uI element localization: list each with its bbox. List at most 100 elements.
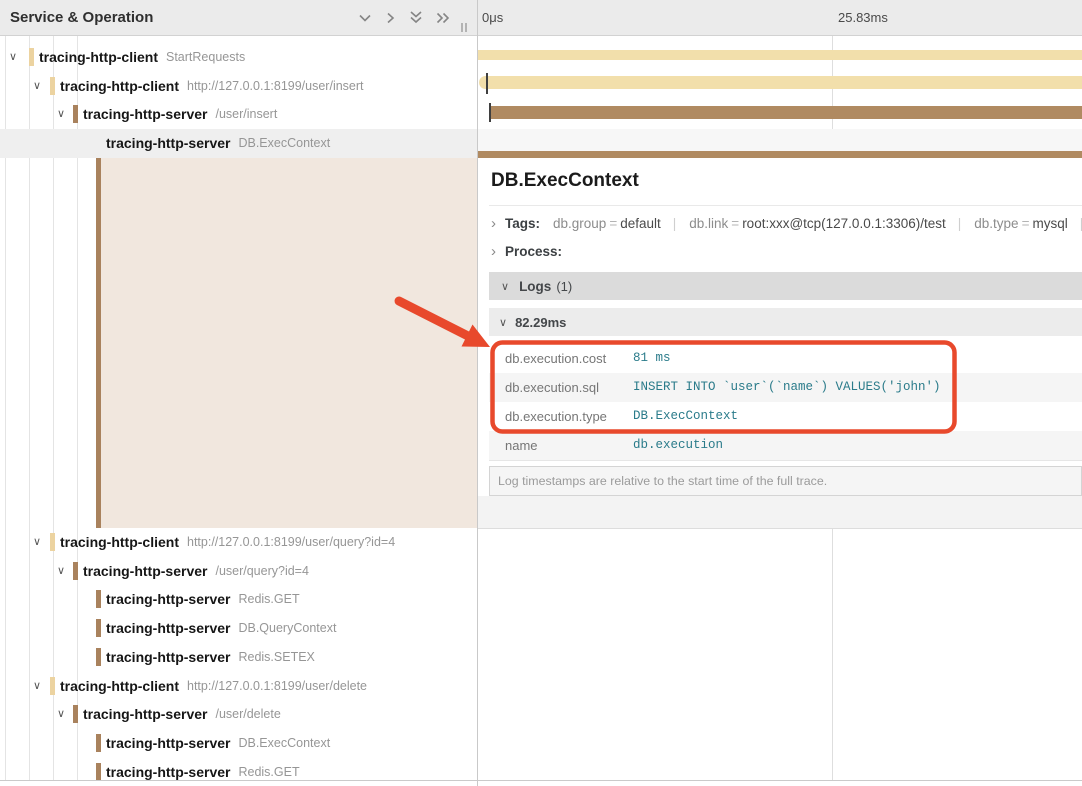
logs-label: Logs xyxy=(519,279,551,294)
tag-separator: | xyxy=(673,216,677,231)
log-field-row: db.execution.sql INSERT INTO `user`(`nam… xyxy=(489,373,1082,402)
service-color-block xyxy=(50,533,55,551)
span-bar-user-insert-server[interactable] xyxy=(491,106,1082,119)
service-color-block xyxy=(50,677,55,695)
span-row-db-querycontext[interactable]: tracing-http-serverDB.QueryContext xyxy=(0,614,477,643)
chevron-down-icon[interactable]: ∨ xyxy=(9,43,17,72)
expand-all-double-chevron-right-icon[interactable] xyxy=(435,11,451,25)
span-row-redis-get-2[interactable]: tracing-http-server Redis.GET xyxy=(0,758,477,786)
service-color-block xyxy=(96,619,101,637)
span-row-user-insert-server[interactable]: ∨ tracing-http-server/user/insert xyxy=(0,100,477,129)
log-field-key: db.execution.sql xyxy=(505,373,599,402)
chevron-down-icon[interactable]: ∨ xyxy=(499,316,507,329)
operation-name: http://127.0.0.1:8199/user/query?id=4 xyxy=(187,535,395,549)
operation-name: Redis.GET xyxy=(238,592,299,606)
log-field-row: db.execution.cost 81 ms xyxy=(489,344,1082,373)
service-color-block xyxy=(73,562,78,580)
service-name: tracing-http-client xyxy=(60,78,179,94)
detail-bottom-border xyxy=(478,528,1082,529)
span-row-user-delete-client[interactable]: ∨ tracing-http-clienthttp://127.0.0.1:81… xyxy=(0,672,477,701)
operation-name: http://127.0.0.1:8199/user/insert xyxy=(187,79,364,93)
panel-resize-handle[interactable] xyxy=(461,23,470,32)
chevron-down-icon[interactable]: ∨ xyxy=(33,528,41,557)
span-row-user-query-server[interactable]: ∨ tracing-http-server/user/query?id=4 xyxy=(0,557,477,586)
span-bar-db-execcontext[interactable] xyxy=(478,151,1082,158)
detail-divider xyxy=(489,205,1082,206)
span-row-user-delete-server[interactable]: ∨ tracing-http-server/user/delete xyxy=(0,700,477,729)
log-fields-table: db.execution.cost 81 ms db.execution.sql… xyxy=(489,344,1082,461)
chevron-down-icon[interactable]: ∨ xyxy=(57,100,65,129)
span-row-db-execcontext-2[interactable]: tracing-http-server DB.ExecContext xyxy=(0,729,477,758)
service-name: tracing-http-client xyxy=(60,534,179,550)
span-row-redis-setex[interactable]: tracing-http-server Redis.SETEX xyxy=(0,643,477,672)
log-field-row: db.execution.type DB.ExecContext xyxy=(489,402,1082,431)
tags-label: Tags: xyxy=(505,216,540,231)
chevron-down-icon[interactable]: ∨ xyxy=(501,280,509,293)
log-field-row: name db.execution xyxy=(489,431,1082,460)
span-log-tick xyxy=(486,73,488,94)
chevron-down-icon[interactable]: ∨ xyxy=(57,700,65,729)
operation-name: Redis.SETEX xyxy=(238,650,314,664)
log-field-value: INSERT INTO `user`(`name`) VALUES('john'… xyxy=(633,373,941,402)
span-bar-start-requests[interactable] xyxy=(478,50,1082,60)
detail-row-tint xyxy=(101,156,477,528)
chevron-down-icon[interactable]: ∨ xyxy=(33,672,41,701)
process-accordion[interactable]: › Process: xyxy=(491,243,562,260)
service-name: tracing-http-server xyxy=(106,735,230,751)
service-operation-header: Service & Operation xyxy=(0,0,477,36)
service-name: tracing-http-server xyxy=(106,649,230,665)
logs-accordion[interactable]: ∨ Logs (1) xyxy=(489,272,1082,300)
service-operation-title: Service & Operation xyxy=(10,0,153,35)
service-color-block xyxy=(96,763,101,781)
log-field-value: DB.ExecContext xyxy=(633,402,738,431)
span-row-redis-get[interactable]: tracing-http-serverRedis.GET xyxy=(0,585,477,614)
log-field-key: db.execution.type xyxy=(505,402,607,431)
span-detail-panel: DB.ExecContext › Tags: db.group=default … xyxy=(478,158,1082,528)
operation-name: DB.QueryContext xyxy=(238,621,336,635)
window-bottom-border xyxy=(0,780,1082,781)
operation-name: /user/insert xyxy=(215,107,277,121)
span-bar-user-insert-client[interactable] xyxy=(479,76,1082,89)
detail-bottom-padding xyxy=(478,496,1082,528)
log-field-value: db.execution xyxy=(633,431,723,460)
span-row-user-insert-client[interactable]: ∨ tracing-http-client http://127.0.0.1:81… xyxy=(0,72,477,101)
ruler-tick-1: 25.83ms xyxy=(838,0,888,35)
tag-db-type: db.type=mysql xyxy=(974,216,1067,231)
log-field-value: 81 ms xyxy=(633,344,671,373)
service-name: tracing-http-server xyxy=(83,706,207,722)
operation-name: /user/query?id=4 xyxy=(215,564,308,578)
span-row-user-query-client[interactable]: ∨ tracing-http-client http://127.0.0.1:81… xyxy=(0,528,477,557)
service-color-block xyxy=(73,705,78,723)
logs-footer-note: Log timestamps are relative to the start… xyxy=(489,466,1082,496)
trace-timeline-view: Service & Operation 0μs 25.83ms ∨ tracin… xyxy=(0,0,1082,786)
collapse-all-double-chevron-down-icon[interactable] xyxy=(408,10,424,25)
span-detail-title: DB.ExecContext xyxy=(491,170,639,192)
chevron-down-icon[interactable]: ∨ xyxy=(33,72,41,101)
log-timestamp: 82.29ms xyxy=(515,315,566,330)
chevron-right-icon[interactable]: › xyxy=(491,215,496,232)
collapse-one-level-chevron-down-icon[interactable] xyxy=(357,11,373,25)
tags-accordion[interactable]: › Tags: db.group=default | db.link=root:… xyxy=(491,215,1082,232)
operation-name: Redis.GET xyxy=(238,765,299,779)
process-label: Process: xyxy=(505,244,562,259)
service-color-block xyxy=(96,648,101,666)
span-row-start-requests[interactable]: ∨ tracing-http-clientStartRequests xyxy=(0,43,477,72)
timeline-ruler: 0μs 25.83ms xyxy=(478,0,1082,36)
span-row-db-execcontext-selected[interactable]: tracing-http-serverDB.ExecContext xyxy=(0,129,477,158)
operation-name: DB.ExecContext xyxy=(238,736,330,750)
panel-divider[interactable] xyxy=(477,0,478,786)
chevron-down-icon[interactable]: ∨ xyxy=(57,557,65,586)
service-color-block xyxy=(73,105,78,123)
service-color-block xyxy=(29,48,34,66)
service-name: tracing-http-server xyxy=(83,563,207,579)
service-name: tracing-http-client xyxy=(60,678,179,694)
operation-name: DB.ExecContext xyxy=(238,136,330,150)
tag-db-link: db.link=root:xxx@tcp(127.0.0.1:3306)/tes… xyxy=(689,216,945,231)
service-name: tracing-http-server xyxy=(106,764,230,780)
log-field-key: db.execution.cost xyxy=(505,344,606,373)
log-entry-accordion[interactable]: ∨ 82.29ms xyxy=(489,308,1082,336)
ruler-tick-0: 0μs xyxy=(482,0,503,35)
expand-one-level-chevron-right-icon[interactable] xyxy=(384,11,397,25)
chevron-right-icon[interactable]: › xyxy=(491,243,496,260)
service-name: tracing-http-client xyxy=(39,49,158,65)
